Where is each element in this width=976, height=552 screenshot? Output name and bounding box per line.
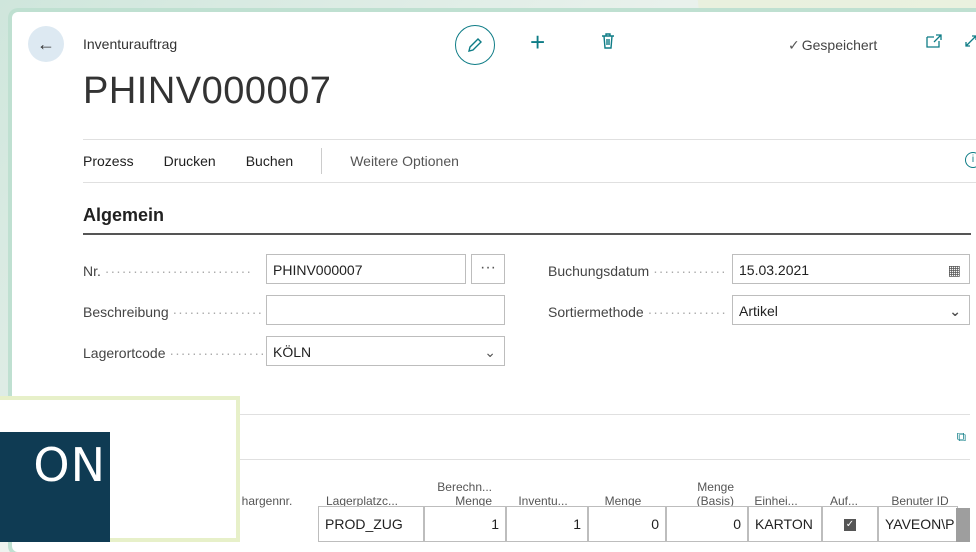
saved-status: ✓ Gespeichert — [788, 37, 877, 54]
field-beschreibung-label: Beschreibung ·························· — [83, 304, 263, 320]
col-header-menge-basis[interactable]: Menge (Basis) — [668, 480, 734, 508]
field-sortiermethode-select[interactable]: Artikel ⌄ — [732, 295, 970, 325]
field-buchungsdatum-value: 15.03.2021 — [739, 262, 810, 278]
logo-text: ON — [33, 438, 106, 492]
plus-icon: + — [530, 27, 546, 57]
action-bar: Prozess Drucken Buchen Weitere Optionen … — [83, 139, 976, 183]
document-type: Inventurauftrag — [83, 36, 178, 52]
cell-inventur[interactable]: 1 — [506, 506, 588, 542]
expand-icon — [965, 35, 976, 47]
cell-aufgenommen[interactable]: ✓ — [822, 506, 878, 542]
chevron-down-icon: ⌄ — [484, 344, 496, 360]
col-header-berechn-menge[interactable]: Berechn... Menge — [424, 480, 492, 508]
open-in-new-window-icon[interactable]: ⧉ — [957, 429, 966, 445]
back-button[interactable]: ← — [28, 26, 64, 62]
field-beschreibung-label-text: Beschreibung — [83, 304, 169, 320]
action-drucken[interactable]: Drucken — [164, 153, 216, 169]
calendar-icon[interactable]: ▦ — [948, 255, 961, 285]
cell-benutzer-id[interactable]: YAVEON\P — [878, 506, 958, 542]
cell-einheit[interactable]: KARTON — [748, 506, 822, 542]
action-buchen[interactable]: Buchen — [246, 153, 293, 169]
field-sortiermethode-label: Sortiermethode ·························… — [548, 304, 728, 320]
trash-icon — [602, 33, 614, 49]
field-lagerortcode-select[interactable]: KÖLN ⌄ — [266, 336, 505, 366]
field-nr-lookup-button[interactable]: ··· — [471, 254, 505, 284]
checkbox-checked-icon[interactable]: ✓ — [844, 519, 856, 532]
field-nr-label-text: Nr. — [83, 263, 101, 279]
checkmark-icon: ✓ — [788, 37, 800, 53]
delete-button[interactable] — [600, 32, 616, 55]
section-general-title[interactable]: Algemein — [83, 205, 971, 235]
field-lagerortcode-label: Lagerortcode ·························· — [83, 345, 263, 361]
cell-menge[interactable]: 0 — [588, 506, 666, 542]
logo-overlay-card: ON — [0, 396, 240, 542]
expand-button[interactable] — [964, 34, 976, 53]
chevron-down-icon: ⌄ — [949, 303, 961, 319]
pencil-icon — [468, 38, 482, 52]
popout-button[interactable] — [926, 34, 942, 53]
field-beschreibung-input[interactable] — [266, 295, 505, 325]
field-sortiermethode-label-text: Sortiermethode — [548, 304, 644, 320]
field-nr-input[interactable]: PHINV000007 — [266, 254, 466, 284]
lines-subpage-header: en ⧉ — [212, 414, 970, 460]
arrow-left-icon: ← — [37, 33, 55, 54]
open-in-new-window-icon — [926, 34, 942, 48]
edit-button[interactable] — [455, 25, 495, 65]
vertical-scrollbar-thumb[interactable] — [956, 508, 970, 542]
action-prozess[interactable]: Prozess — [83, 153, 134, 169]
field-buchungsdatum-label-text: Buchungsdatum — [548, 263, 650, 279]
field-lagerortcode-label-text: Lagerortcode — [83, 345, 166, 361]
page-title: PHINV000007 — [83, 70, 332, 112]
field-buchungsdatum-label: Buchungsdatum ·························· — [548, 263, 728, 279]
add-button[interactable]: + — [530, 29, 545, 55]
field-nr-label: Nr. ·························· — [83, 263, 252, 279]
action-more-options[interactable]: Weitere Optionen — [350, 153, 459, 169]
info-icon[interactable]: i — [965, 152, 976, 168]
cell-berechn-menge[interactable]: 1 — [424, 506, 506, 542]
cell-menge-basis[interactable]: 0 — [666, 506, 748, 542]
col-header-chargennr[interactable]: hargennr. — [232, 494, 302, 508]
action-separator — [321, 148, 323, 174]
field-sortiermethode-value: Artikel — [739, 303, 778, 319]
field-buchungsdatum-input[interactable]: 15.03.2021 ▦ — [732, 254, 970, 284]
cell-lagerplatz[interactable]: PROD_ZUG — [318, 506, 424, 542]
field-lagerortcode-value: KÖLN — [273, 344, 312, 360]
saved-status-label: Gespeichert — [801, 37, 878, 53]
